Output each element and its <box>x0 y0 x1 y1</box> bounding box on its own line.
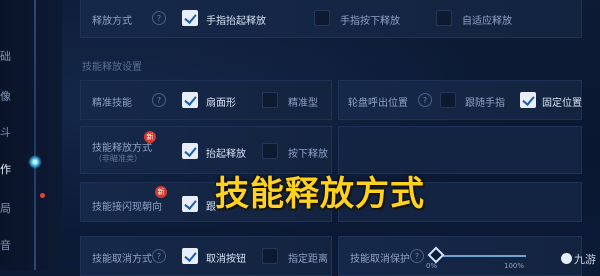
new-badge: 新 <box>144 131 156 143</box>
info-icon[interactable]: ? <box>418 93 432 107</box>
wheel-fixed-checkbox[interactable] <box>520 92 536 108</box>
precise-skill-precise-label: 精准型 <box>288 98 318 109</box>
skill-cancel-label: 技能取消方式 <box>92 254 152 265</box>
slider-max-label: 100% <box>504 262 525 270</box>
nav-item-6[interactable]: 音 <box>0 237 18 253</box>
release-mode-lift-label: 手指抬起释放 <box>206 16 266 27</box>
skill-release-lift-checkbox[interactable] <box>182 143 198 159</box>
info-icon[interactable]: ? <box>152 249 166 263</box>
release-mode-label: 释放方式 <box>92 16 132 27</box>
watermark-logo-icon <box>561 253 572 264</box>
wheel-position-label: 轮盘呼出位置 <box>348 98 408 109</box>
release-mode-press-checkbox[interactable] <box>314 10 330 26</box>
nav-item-4-active[interactable]: 作 <box>0 161 18 177</box>
left-nav: 础 像 斗 作 局 音 <box>0 0 62 270</box>
skill-flash-checkbox[interactable] <box>182 196 198 212</box>
skill-release-press-label: 按下释放 <box>288 149 328 160</box>
skill-flash-label: 技能接闪现朝向 <box>92 202 162 213</box>
cancel-button-label: 取消按钮 <box>206 254 246 265</box>
precise-skill-precise-checkbox[interactable] <box>262 92 278 108</box>
precise-skill-fan-label: 扇面形 <box>206 98 236 109</box>
cancel-distance-checkbox[interactable] <box>262 248 278 264</box>
cancel-distance-label: 指定距离 <box>288 254 328 265</box>
wheel-fixed-label: 固定位置 <box>542 98 582 109</box>
wheel-follow-label: 跟随手指 <box>465 98 505 109</box>
cancel-protect-label: 技能取消保护 <box>350 254 410 265</box>
new-badge: 新 <box>155 186 167 198</box>
info-icon[interactable]: ? <box>152 11 166 25</box>
info-icon[interactable]: ? <box>152 93 166 107</box>
cancel-button-checkbox[interactable] <box>182 248 198 264</box>
skill-release-press-checkbox[interactable] <box>262 143 278 159</box>
watermark-text: 九游 <box>574 253 596 266</box>
precise-skill-fan-checkbox[interactable] <box>182 92 198 108</box>
section-title: 技能释放设置 <box>82 62 142 73</box>
precise-skill-label: 精准技能 <box>92 98 132 109</box>
release-mode-adaptive-label: 自适应释放 <box>462 16 512 27</box>
nav-item-2[interactable]: 像 <box>0 88 18 104</box>
info-icon[interactable]: ? <box>410 249 424 263</box>
skill-release-label: 技能释放方式 <box>92 143 152 154</box>
nav-divider <box>34 0 36 270</box>
overlay-title: 技能释放方式 <box>215 174 425 214</box>
skill-release-sublabel: （非瞄准类） <box>94 154 142 163</box>
nav-item-1[interactable]: 础 <box>0 48 18 64</box>
nav-item-3[interactable]: 斗 <box>0 124 18 140</box>
release-mode-lift-checkbox[interactable] <box>182 10 198 26</box>
skill-release-lift-label: 抬起释放 <box>206 149 246 160</box>
active-nav-glow-icon <box>28 155 42 169</box>
watermark: 九游 <box>561 251 596 267</box>
slider-min-label: 0% <box>426 262 438 270</box>
wheel-follow-checkbox[interactable] <box>440 92 456 108</box>
nav-item-5[interactable]: 局 <box>0 200 18 216</box>
release-mode-press-label: 手指按下释放 <box>340 16 400 27</box>
notification-dot-icon <box>40 193 45 198</box>
cancel-protect-slider-track[interactable] <box>436 255 526 257</box>
release-mode-adaptive-checkbox[interactable] <box>436 10 452 26</box>
